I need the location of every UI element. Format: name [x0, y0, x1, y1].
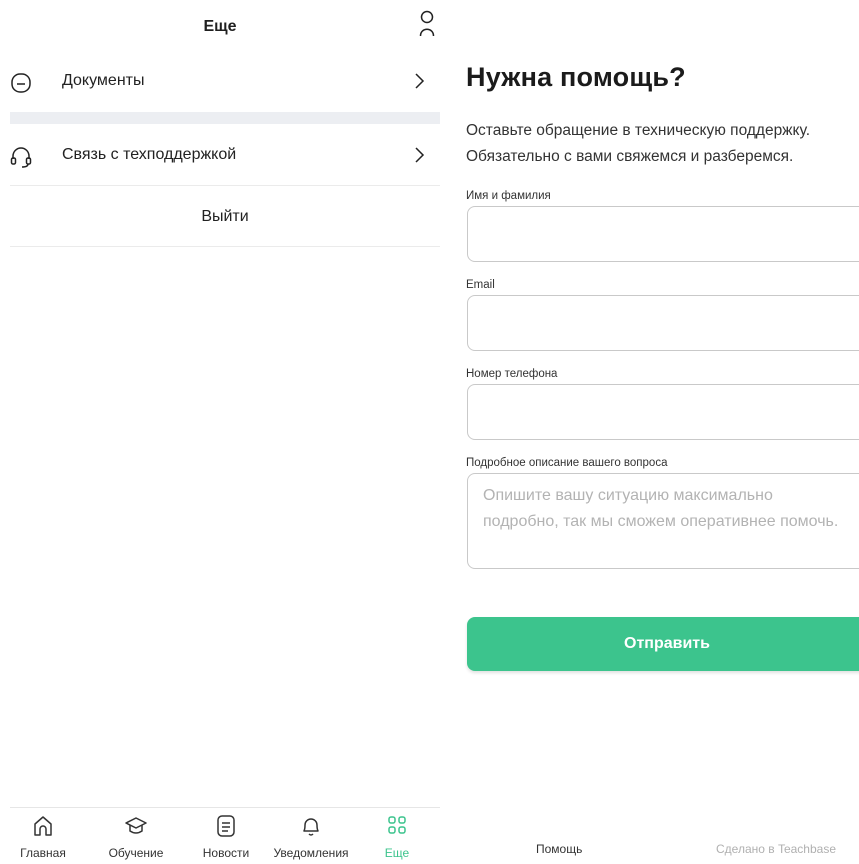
home-icon — [34, 816, 52, 836]
divider — [10, 185, 440, 186]
tab-more[interactable]: Еще — [372, 814, 422, 864]
tab-notifications[interactable]: Уведомления — [266, 814, 356, 864]
chevron-right-icon — [415, 147, 425, 163]
chevron-right-icon — [415, 73, 425, 89]
menu-item-support[interactable]: Связь с техподдержкой — [10, 138, 440, 178]
page-title: Нужна помощь? — [466, 62, 686, 92]
bell-icon — [303, 818, 319, 836]
more-header: Еще — [0, 0, 440, 58]
page-title: Еще — [203, 18, 237, 35]
name-field[interactable] — [467, 206, 859, 262]
headset-icon — [10, 147, 32, 168]
tab-home[interactable]: Главная — [18, 814, 68, 864]
divider — [10, 246, 440, 247]
description-line: Обязательно с вами свяжемся и разберемся… — [466, 148, 794, 165]
more-screen: Еще Документы Связь с техподдержкой Выйт… — [0, 0, 440, 864]
email-field[interactable] — [467, 295, 859, 351]
support-form-screen: Нужна помощь? Оставьте обращение в техни… — [440, 0, 859, 864]
tab-label: Еще — [384, 846, 410, 860]
phone-field[interactable] — [467, 384, 859, 440]
user-icon[interactable] — [418, 8, 436, 40]
made-in-teachbase-link[interactable]: Сделано в Teachbase — [716, 842, 836, 856]
form-description: Оставьте обращение в техническую поддерж… — [466, 118, 859, 170]
news-icon — [217, 815, 235, 837]
logout-button[interactable]: Выйти — [10, 199, 440, 235]
description-label: Подробное описание вашего вопроса — [466, 457, 668, 469]
description-line: Оставьте обращение в техническую поддерж… — [466, 122, 811, 139]
menu-item-label: Связь с техподдержкой — [62, 146, 237, 163]
tab-learning[interactable]: Обучение — [100, 814, 172, 864]
tab-label: Обучение — [108, 846, 164, 860]
menu-item-label: Документы — [62, 72, 145, 89]
phone-label: Номер телефона — [466, 368, 558, 380]
menu-item-documents[interactable]: Документы — [10, 64, 440, 104]
name-label: Имя и фамилия — [466, 190, 551, 202]
tab-label: Главная — [20, 846, 66, 860]
email-label: Email — [466, 279, 495, 291]
tab-label: Новости — [202, 846, 250, 860]
document-icon — [11, 73, 31, 93]
section-divider — [10, 112, 440, 124]
grid-icon — [388, 816, 406, 834]
description-textarea[interactable] — [467, 473, 859, 569]
graduation-cap-icon — [125, 817, 147, 834]
help-link[interactable]: Помощь — [536, 842, 582, 856]
submit-button[interactable]: Отправить — [467, 617, 859, 671]
tab-news[interactable]: Новости — [194, 814, 258, 864]
tab-label: Уведомления — [273, 846, 349, 860]
tabbar-divider — [10, 807, 440, 808]
